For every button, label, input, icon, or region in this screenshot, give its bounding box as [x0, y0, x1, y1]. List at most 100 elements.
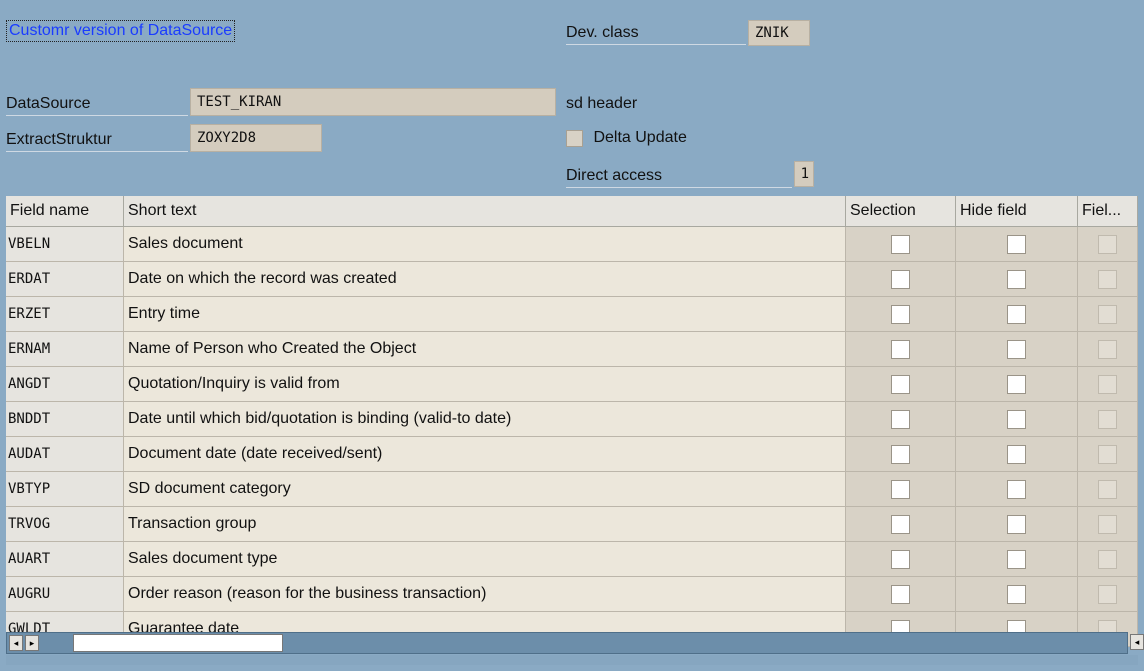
- hide-field-checkbox[interactable]: [1007, 479, 1026, 499]
- selection-checkbox[interactable]: [891, 234, 910, 254]
- hide-field-checkbox[interactable]: [1007, 339, 1026, 359]
- hide-field-checkbox[interactable]: [1007, 409, 1026, 429]
- hide-field-checkbox[interactable]: [1007, 514, 1026, 534]
- selection-checkbox[interactable]: [891, 374, 910, 394]
- selection-cell: [846, 332, 956, 366]
- field-name-cell: VBTYP: [6, 472, 124, 506]
- table-row[interactable]: VBELN Sales document: [6, 227, 1138, 262]
- selection-checkbox[interactable]: [891, 269, 910, 289]
- field-name-cell: ERDAT: [6, 262, 124, 296]
- hide-field-cell: [956, 507, 1078, 541]
- scrollbar-thumb[interactable]: [73, 634, 283, 652]
- scroll-far-right-button[interactable]: ◂: [1130, 634, 1144, 650]
- selection-checkbox[interactable]: [891, 549, 910, 569]
- short-text-cell: Date until which bid/quotation is bindin…: [124, 402, 846, 436]
- table-row[interactable]: ERZET Entry time: [6, 297, 1138, 332]
- table-row[interactable]: TRVOG Transaction group: [6, 507, 1138, 542]
- field-name-cell: ERNAM: [6, 332, 124, 366]
- selection-checkbox[interactable]: [891, 444, 910, 464]
- table-row[interactable]: VBTYP SD document category: [6, 472, 1138, 507]
- hide-field-cell: [956, 402, 1078, 436]
- short-text-cell: Sales document: [124, 227, 846, 261]
- field-only-cell: [1078, 367, 1138, 401]
- scroll-left-button[interactable]: ◂: [9, 635, 23, 651]
- scroll-right-button[interactable]: ▸: [25, 635, 39, 651]
- field-only-checkbox: [1098, 374, 1117, 394]
- hide-field-cell: [956, 332, 1078, 366]
- customer-version-datasource-link[interactable]: Customr version of DataSource: [6, 20, 236, 42]
- table-row[interactable]: ANGDT Quotation/Inquiry is valid from: [6, 367, 1138, 402]
- short-text-cell: Quotation/Inquiry is valid from: [124, 367, 846, 401]
- extract-structure-field: ZOXY2D8: [190, 124, 322, 152]
- field-only-checkbox: [1098, 514, 1117, 534]
- hide-field-cell: [956, 367, 1078, 401]
- selection-checkbox[interactable]: [891, 479, 910, 499]
- field-only-checkbox: [1098, 234, 1117, 254]
- field-only-checkbox: [1098, 339, 1117, 359]
- horizontal-scrollbar[interactable]: ◂ ▸: [6, 632, 1128, 654]
- delta-update-checkbox[interactable]: [566, 129, 583, 147]
- table-row[interactable]: ERDAT Date on which the record was create…: [6, 262, 1138, 297]
- delta-update-checkbox-group: Delta Update: [566, 129, 687, 147]
- arrow-right-icon: ▸: [29, 638, 35, 648]
- column-header-selection[interactable]: Selection: [846, 196, 956, 226]
- selection-checkbox[interactable]: [891, 304, 910, 324]
- selection-checkbox[interactable]: [891, 409, 910, 429]
- short-text-cell: Entry time: [124, 297, 846, 331]
- column-header-short-text[interactable]: Short text: [124, 196, 846, 226]
- field-only-cell: [1078, 507, 1138, 541]
- selection-cell: [846, 402, 956, 436]
- hide-field-checkbox[interactable]: [1007, 304, 1026, 324]
- bottom-bar: [6, 655, 1138, 665]
- table-row[interactable]: AUART Sales document type: [6, 542, 1138, 577]
- field-only-cell: [1078, 332, 1138, 366]
- datasource-label: DataSource: [6, 93, 188, 116]
- field-name-cell: AUDAT: [6, 437, 124, 471]
- datasource-field: TEST_KIRAN: [190, 88, 556, 116]
- field-name-cell: BNDDT: [6, 402, 124, 436]
- hide-field-checkbox[interactable]: [1007, 269, 1026, 289]
- selection-cell: [846, 227, 956, 261]
- field-only-checkbox: [1098, 444, 1117, 464]
- table-row[interactable]: AUGRU Order reason (reason for the busine…: [6, 577, 1138, 612]
- dev-class-label: Dev. class: [566, 22, 746, 45]
- table-body: VBELN Sales document ERDAT Date on which th…: [6, 227, 1138, 647]
- hide-field-checkbox[interactable]: [1007, 234, 1026, 254]
- field-name-cell: AUGRU: [6, 577, 124, 611]
- selection-checkbox[interactable]: [891, 339, 910, 359]
- column-header-field-name[interactable]: Field name: [6, 196, 124, 226]
- column-header-field-only[interactable]: Fiel...: [1078, 196, 1138, 226]
- table-row[interactable]: BNDDT Date until which bid/quotation is b…: [6, 402, 1138, 437]
- hide-field-cell: [956, 437, 1078, 471]
- hide-field-checkbox[interactable]: [1007, 444, 1026, 464]
- table-row[interactable]: AUDAT Document date (date received/sent): [6, 437, 1138, 472]
- field-only-checkbox: [1098, 304, 1117, 324]
- short-text-cell: Transaction group: [124, 507, 846, 541]
- field-only-cell: [1078, 227, 1138, 261]
- selection-checkbox[interactable]: [891, 584, 910, 604]
- hide-field-cell: [956, 297, 1078, 331]
- short-text-cell: Document date (date received/sent): [124, 437, 846, 471]
- table-row[interactable]: ERNAM Name of Person who Created the Obje…: [6, 332, 1138, 367]
- hide-field-checkbox[interactable]: [1007, 374, 1026, 394]
- direct-access-label: Direct access: [566, 165, 792, 188]
- table-header: Field name Short text Selection Hide fie…: [6, 196, 1138, 227]
- hide-field-checkbox[interactable]: [1007, 549, 1026, 569]
- dev-class-value: ZNIK: [748, 20, 810, 46]
- delta-update-label: Delta Update: [593, 129, 687, 146]
- short-text-cell: Date on which the record was created: [124, 262, 846, 296]
- selection-checkbox[interactable]: [891, 514, 910, 534]
- field-name-cell: ANGDT: [6, 367, 124, 401]
- field-only-checkbox: [1098, 479, 1117, 499]
- field-only-cell: [1078, 542, 1138, 576]
- selection-cell: [846, 542, 956, 576]
- fields-table: Field name Short text Selection Hide fie…: [6, 196, 1138, 647]
- selection-cell: [846, 297, 956, 331]
- column-header-hide-field[interactable]: Hide field: [956, 196, 1078, 226]
- field-only-checkbox: [1098, 409, 1117, 429]
- hide-field-cell: [956, 262, 1078, 296]
- selection-cell: [846, 367, 956, 401]
- hide-field-checkbox[interactable]: [1007, 584, 1026, 604]
- datasource-description: sd header: [566, 95, 638, 112]
- selection-cell: [846, 577, 956, 611]
